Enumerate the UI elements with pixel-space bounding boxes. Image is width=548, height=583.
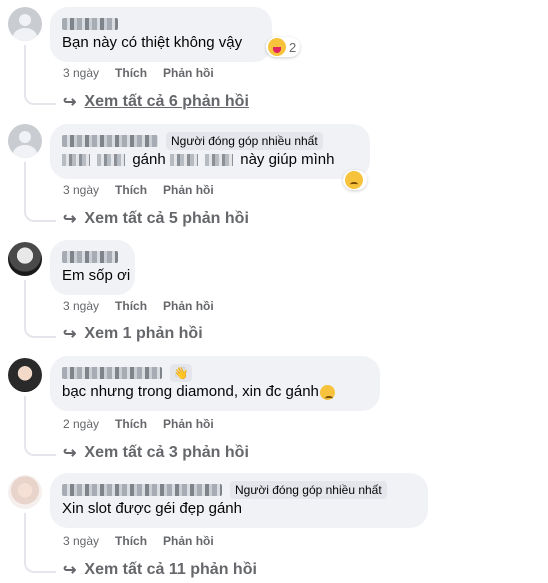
thread-line — [24, 280, 26, 318]
timestamp[interactable]: 3 ngày — [63, 534, 99, 548]
comment-text: gánh này giúp mình — [62, 150, 358, 170]
reply-button[interactable]: Phản hồi — [163, 417, 214, 431]
thread-line — [24, 513, 26, 553]
comment-bubble: Người đóng góp nhiều nhất gánh này giúp … — [50, 124, 370, 179]
avatar[interactable] — [8, 7, 42, 41]
tongue-emoji-icon — [268, 38, 286, 56]
reply-arrow-icon: ↪ — [63, 445, 77, 462]
thread-line — [24, 45, 26, 85]
comment-bubble: Em sốp ơi — [50, 240, 135, 295]
avatar[interactable] — [8, 242, 42, 276]
reply-button[interactable]: Phản hồi — [163, 66, 214, 80]
reply-arrow-icon: ↪ — [63, 326, 77, 343]
comment-bubble: 👋 bạc nhưng trong diamond, xin đc gánh — [50, 356, 380, 411]
view-replies-label: Xem 1 phản hồi — [84, 325, 203, 342]
author-name[interactable] — [62, 484, 222, 496]
view-replies-link[interactable]: ↪ Xem tất cả 11 phản hồi — [63, 560, 257, 580]
redacted-text — [62, 154, 90, 167]
view-replies-link[interactable]: ↪ Xem tất cả 6 phản hồi — [63, 92, 249, 112]
timestamp[interactable]: 3 ngày — [63, 66, 99, 80]
thread-connector — [24, 551, 56, 573]
comment-actions: 2 ngày Thích Phản hồi — [63, 416, 214, 432]
comment-text: Em sốp ơi — [62, 267, 131, 284]
wave-icon: 👋 — [170, 364, 192, 382]
avatar[interactable] — [8, 358, 42, 392]
reply-arrow-icon: ↪ — [63, 94, 77, 111]
view-replies-label: Xem tất cả 11 phản hồi — [84, 561, 257, 578]
timestamp[interactable]: 3 ngày — [63, 299, 99, 313]
reply-button[interactable]: Phản hồi — [163, 534, 214, 548]
view-replies-label: Xem tất cả 6 phản hồi — [84, 93, 249, 110]
author-name[interactable] — [62, 367, 162, 379]
top-contributor-badge: Người đóng góp nhiều nhất — [230, 481, 387, 499]
thread-connector — [24, 316, 56, 338]
view-replies-label: Xem tất cả 5 phản hồi — [84, 210, 249, 227]
redacted-text — [205, 154, 234, 167]
comment-actions: 3 ngày Thích Phản hồi — [63, 182, 214, 198]
comment-actions: 3 ngày Thích Phản hồi — [63, 533, 214, 549]
like-button[interactable]: Thích — [115, 66, 147, 80]
comment-actions: 3 ngày Thích Phản hồi — [63, 65, 214, 81]
timestamp[interactable]: 2 ngày — [63, 417, 99, 431]
reply-arrow-icon: ↪ — [63, 562, 77, 579]
comment-bubble: Bạn này có thiệt không vậy — [50, 7, 272, 62]
avatar[interactable] — [8, 475, 42, 509]
comment-text: Bạn này có thiệt không vậy — [62, 34, 243, 51]
sad-emoji-icon — [345, 171, 363, 189]
comment-actions: 3 ngày Thích Phản hồi — [63, 298, 214, 314]
reaction-summary[interactable] — [343, 170, 367, 190]
top-contributor-badge: Người đóng góp nhiều nhất — [166, 132, 323, 150]
redacted-text — [169, 154, 198, 167]
thread-connector — [24, 83, 56, 105]
reaction-summary[interactable]: 2 — [266, 37, 301, 57]
author-name[interactable] — [62, 18, 118, 30]
like-button[interactable]: Thích — [115, 183, 147, 197]
reply-button[interactable]: Phản hồi — [163, 299, 214, 313]
like-button[interactable]: Thích — [115, 417, 147, 431]
thread-line — [24, 162, 26, 202]
reaction-count: 2 — [289, 39, 297, 55]
thread-connector — [24, 434, 56, 456]
like-button[interactable]: Thích — [115, 299, 147, 313]
thread-connector — [24, 200, 56, 222]
view-replies-link[interactable]: ↪ Xem tất cả 3 phản hồi — [63, 443, 249, 463]
reply-button[interactable]: Phản hồi — [163, 183, 214, 197]
author-name[interactable] — [62, 251, 118, 263]
reply-arrow-icon: ↪ — [63, 211, 77, 228]
thread-line — [24, 396, 26, 436]
comment-text: Xin slot được géi đẹp gánh — [62, 500, 242, 517]
timestamp[interactable]: 3 ngày — [63, 183, 99, 197]
view-replies-link[interactable]: ↪ Xem 1 phản hồi — [63, 324, 203, 344]
redacted-text — [97, 154, 126, 167]
avatar[interactable] — [8, 124, 42, 158]
view-replies-label: Xem tất cả 3 phản hồi — [84, 444, 249, 461]
sad-emoji-icon — [319, 384, 335, 400]
comment-text: bạc nhưng trong diamond, xin đc gánh — [62, 382, 368, 402]
view-replies-link[interactable]: ↪ Xem tất cả 5 phản hồi — [63, 209, 249, 229]
like-button[interactable]: Thích — [115, 534, 147, 548]
author-name[interactable] — [62, 135, 158, 147]
comment-bubble: Người đóng góp nhiều nhất Xin slot được … — [50, 473, 428, 528]
